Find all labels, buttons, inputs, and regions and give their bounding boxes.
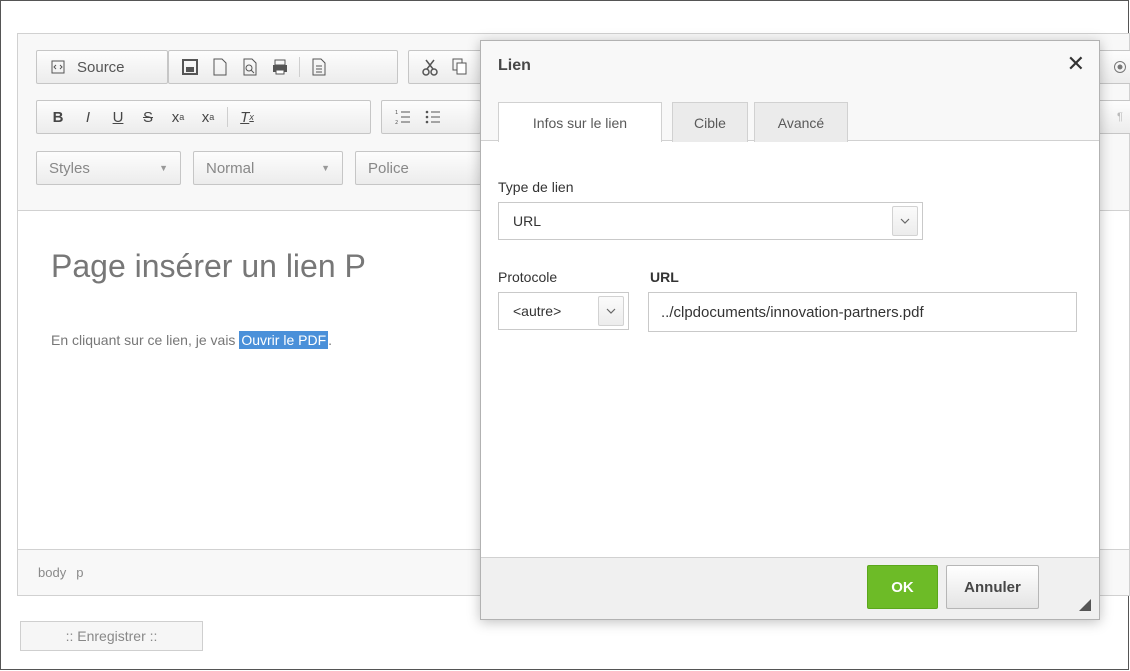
svg-text:1: 1 bbox=[395, 110, 398, 116]
dialog-tabs: Infos sur le lien Cible Avancé bbox=[481, 91, 1099, 142]
remove-format-icon[interactable]: Tx bbox=[234, 104, 260, 130]
numbered-list-icon[interactable]: 12 bbox=[390, 104, 416, 130]
link-type-label: Type de lien bbox=[498, 179, 574, 195]
toolbar-separator bbox=[299, 57, 300, 77]
toolbar-group-file bbox=[168, 50, 398, 84]
url-input[interactable] bbox=[648, 292, 1077, 332]
link-type-value: URL bbox=[513, 213, 542, 229]
source-button[interactable]: Source bbox=[77, 59, 125, 76]
link-type-select[interactable]: URL bbox=[498, 202, 923, 240]
underline-icon[interactable]: U bbox=[105, 104, 131, 130]
cut-icon[interactable] bbox=[417, 54, 443, 80]
path-item-p[interactable]: p bbox=[76, 565, 83, 580]
chevron-down-icon: ▼ bbox=[321, 163, 330, 173]
preview-icon[interactable] bbox=[237, 54, 263, 80]
bulleted-list-icon[interactable] bbox=[420, 104, 446, 130]
toolbar-group-clipboard bbox=[408, 50, 488, 84]
tab-link-info[interactable]: Infos sur le lien bbox=[498, 102, 662, 142]
url-label: URL bbox=[650, 269, 679, 285]
content-paragraph: En cliquant sur ce lien, je vais Ouvrir … bbox=[51, 331, 333, 349]
toolbar-group-document: Source bbox=[36, 50, 168, 84]
dialog-title: Lien bbox=[498, 57, 531, 74]
toolbar-group-list: 12 bbox=[381, 100, 481, 134]
superscript-icon[interactable]: xa bbox=[195, 104, 221, 130]
paragraph-text: En cliquant sur ce lien, je vais bbox=[51, 332, 240, 348]
new-page-icon[interactable] bbox=[207, 54, 233, 80]
bold-icon[interactable]: B bbox=[45, 104, 71, 130]
radio-icon[interactable] bbox=[1107, 54, 1130, 80]
format-combo[interactable]: Normal ▼ bbox=[193, 151, 343, 185]
dialog-title-bar[interactable]: Lien bbox=[481, 41, 1099, 91]
content-heading: Page insérer un lien P bbox=[51, 248, 366, 284]
protocol-value: <autre> bbox=[513, 303, 562, 319]
font-combo[interactable]: Police bbox=[355, 151, 495, 185]
styles-combo[interactable]: Styles ▼ bbox=[36, 151, 181, 185]
toolbar-group-form bbox=[1098, 50, 1130, 84]
svg-text:2: 2 bbox=[395, 120, 398, 125]
save-button[interactable]: :: Enregistrer :: bbox=[20, 621, 203, 651]
dialog-footer: OK Annuler bbox=[481, 557, 1099, 619]
close-icon[interactable]: ✕ bbox=[1067, 51, 1085, 77]
protocol-label: Protocole bbox=[498, 269, 558, 285]
copy-icon[interactable] bbox=[447, 54, 473, 80]
chevron-down-icon bbox=[598, 296, 624, 326]
print-icon[interactable] bbox=[267, 54, 293, 80]
strike-icon[interactable]: S bbox=[135, 104, 161, 130]
chevron-down-icon: ▼ bbox=[159, 163, 168, 173]
toolbar-group-basicstyles: B I U S xa xa Tx bbox=[36, 100, 371, 134]
chevron-down-icon bbox=[892, 206, 918, 236]
font-combo-label: Police bbox=[368, 159, 409, 177]
dialog-body: Type de lien URL Protocole URL <autre> bbox=[481, 142, 1099, 558]
protocol-select[interactable]: <autre> bbox=[498, 292, 629, 330]
path-item-body[interactable]: body bbox=[38, 565, 66, 580]
subscript-icon[interactable]: xa bbox=[165, 104, 191, 130]
selected-link-text[interactable]: Ouvrir le PDF bbox=[239, 331, 329, 349]
toolbar-group-align: ¶ bbox=[1098, 100, 1130, 134]
paragraph-suffix: . bbox=[328, 332, 333, 348]
tab-target[interactable]: Cible bbox=[672, 102, 748, 142]
language-icon[interactable]: ¶ bbox=[1107, 104, 1130, 130]
tab-advanced[interactable]: Avancé bbox=[754, 102, 848, 142]
toolbar-separator bbox=[227, 107, 228, 127]
styles-combo-label: Styles bbox=[49, 159, 90, 177]
templates-icon[interactable] bbox=[306, 54, 332, 80]
cancel-button[interactable]: Annuler bbox=[946, 565, 1039, 609]
link-dialog: Lien ✕ Infos sur le lien Cible Avancé Ty… bbox=[480, 40, 1100, 620]
source-icon[interactable] bbox=[45, 54, 71, 80]
resize-handle-icon[interactable] bbox=[1079, 599, 1091, 611]
ok-button[interactable]: OK bbox=[867, 565, 938, 609]
save-icon[interactable] bbox=[177, 54, 203, 80]
italic-icon[interactable]: I bbox=[75, 104, 101, 130]
format-combo-label: Normal bbox=[206, 159, 255, 177]
